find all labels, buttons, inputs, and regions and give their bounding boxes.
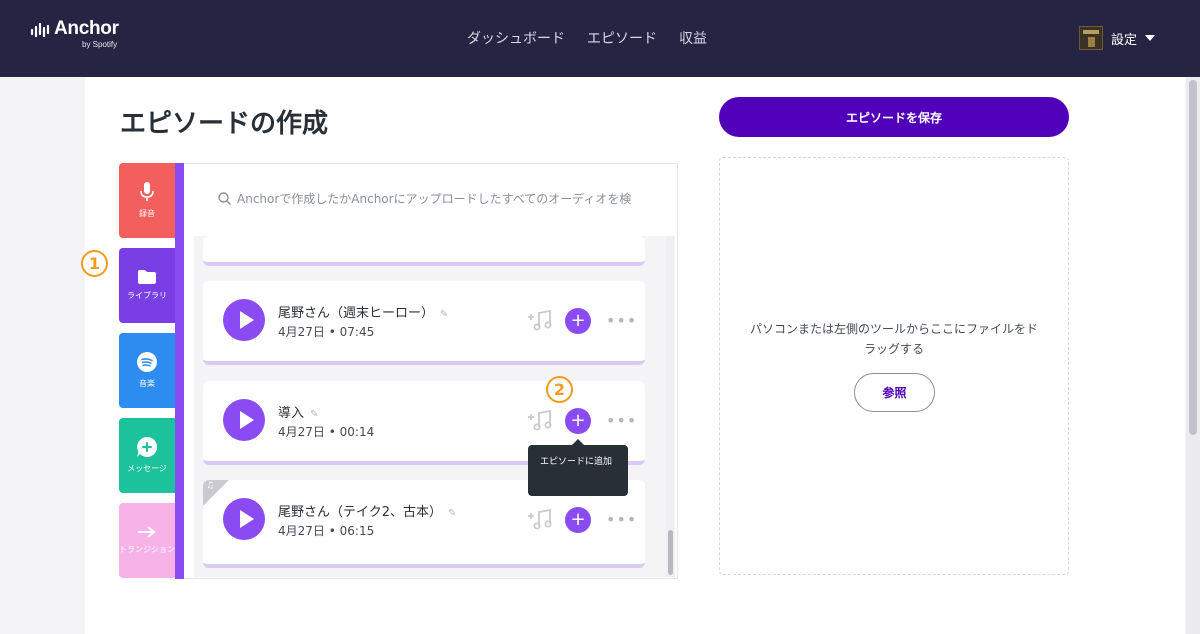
account-menu[interactable]: 設定	[1078, 26, 1155, 50]
episode-duration: 00:14	[339, 425, 375, 439]
play-button[interactable]	[223, 399, 265, 441]
tool-tab-library[interactable]: ライブラリ	[119, 248, 175, 323]
message-add-icon	[137, 436, 157, 457]
chevron-down-icon	[1145, 35, 1155, 41]
nav-dashboard[interactable]: ダッシュボード	[467, 28, 565, 48]
episode-title-text: 導入	[278, 406, 305, 421]
library-search[interactable]: Anchorで作成したかAnchorにアップロードしたすべてのオーディオを検	[218, 190, 658, 207]
episode-duration: 07:45	[339, 325, 375, 339]
annotation-badge-1: 1	[81, 250, 108, 277]
file-dropzone[interactable]	[719, 157, 1069, 575]
episode-date: 4月27日	[278, 325, 325, 339]
logo-text: Anchor	[54, 18, 119, 39]
play-button[interactable]	[223, 498, 265, 540]
episode-meta: 4月27日 • 06:15	[278, 524, 375, 538]
main-nav: ダッシュボード エピソード 収益	[467, 28, 707, 48]
tool-tab-transitions[interactable]: トランジション	[119, 503, 175, 578]
music-note-icon: ♫	[206, 481, 215, 491]
logo-subtitle: by Spotify	[82, 40, 118, 49]
tool-tab-label: ライブラリ	[127, 290, 167, 300]
episode-title-text: 尾野さん（週末ヒーロー）	[278, 306, 435, 321]
top-navigation-bar: Anchor by Spotify ダッシュボード エピソード 収益 設定	[0, 0, 1200, 77]
more-options-icon[interactable]: •••	[606, 311, 637, 330]
add-to-episode-tooltip: エピソードに追加	[528, 439, 628, 496]
add-music-icon[interactable]	[525, 508, 553, 530]
more-options-icon[interactable]: •••	[606, 411, 637, 430]
tool-tab-record[interactable]: 録音	[119, 163, 175, 238]
add-to-episode-button[interactable]: +	[565, 308, 591, 334]
add-music-icon[interactable]	[525, 309, 553, 331]
search-icon	[218, 192, 231, 205]
add-music-icon[interactable]	[525, 409, 553, 431]
microphone-icon	[140, 181, 154, 201]
tool-tab-label: 録音	[139, 208, 155, 218]
avatar	[1078, 26, 1103, 50]
tool-tab-music[interactable]: 音楽	[119, 333, 175, 408]
add-to-episode-button[interactable]: +	[565, 408, 591, 434]
episode-title: 尾野さん（週末ヒーロー） ✎	[278, 302, 448, 321]
edit-pencil-icon[interactable]: ✎	[440, 309, 448, 320]
list-item	[203, 236, 645, 266]
edit-pencil-icon[interactable]: ✎	[310, 409, 318, 420]
play-button[interactable]	[223, 299, 265, 341]
active-tool-strip	[175, 163, 184, 579]
more-options-icon[interactable]: •••	[606, 510, 637, 529]
save-episode-button[interactable]: エピソードを保存	[719, 97, 1069, 137]
spotify-icon	[137, 351, 157, 372]
episode-duration: 06:15	[339, 524, 375, 538]
episode-title: 導入 ✎	[278, 402, 318, 421]
anchor-wave-icon	[30, 22, 50, 38]
episode-title: 尾野さん（テイク2、古本） ✎	[278, 501, 456, 520]
page-title: エピソードの作成	[120, 109, 329, 139]
episode-meta: 4月27日 • 07:45	[278, 325, 375, 339]
annotation-badge-2: 2	[546, 376, 573, 403]
add-to-episode-button[interactable]: +	[565, 507, 591, 533]
episode-title-text: 尾野さん（テイク2、古本）	[278, 505, 443, 520]
page-scrollbar-thumb[interactable]	[1189, 80, 1197, 435]
episode-list-scrollbar-thumb[interactable]	[668, 530, 673, 575]
episode-meta: 4月27日 • 00:14	[278, 425, 375, 439]
tool-tab-messages[interactable]: メッセージ	[119, 418, 175, 493]
edit-pencil-icon[interactable]: ✎	[448, 508, 456, 519]
settings-label: 設定	[1110, 32, 1137, 48]
arrow-right-icon	[138, 525, 156, 538]
episode-date: 4月27日	[278, 425, 325, 439]
tool-tab-label: メッセージ	[127, 463, 167, 473]
dropzone-text: パソコンまたは左側のツールからここにファイルをドラッグする	[749, 322, 1038, 356]
browse-button[interactable]: 参照	[854, 373, 935, 412]
nav-episodes[interactable]: エピソード	[587, 28, 657, 48]
folder-icon	[138, 269, 156, 284]
episode-date: 4月27日	[278, 524, 325, 538]
tool-tab-label: トランジション	[119, 544, 175, 554]
episode-list-scrollbar[interactable]	[666, 236, 675, 577]
nav-revenue[interactable]: 収益	[679, 28, 707, 48]
tool-tab-label: 音楽	[139, 378, 155, 388]
list-item: 尾野さん（週末ヒーロー） ✎ 4月27日 • 07:45 + •••	[203, 281, 645, 365]
search-input[interactable]: Anchorで作成したかAnchorにアップロードしたすべてのオーディオを検	[237, 190, 631, 207]
